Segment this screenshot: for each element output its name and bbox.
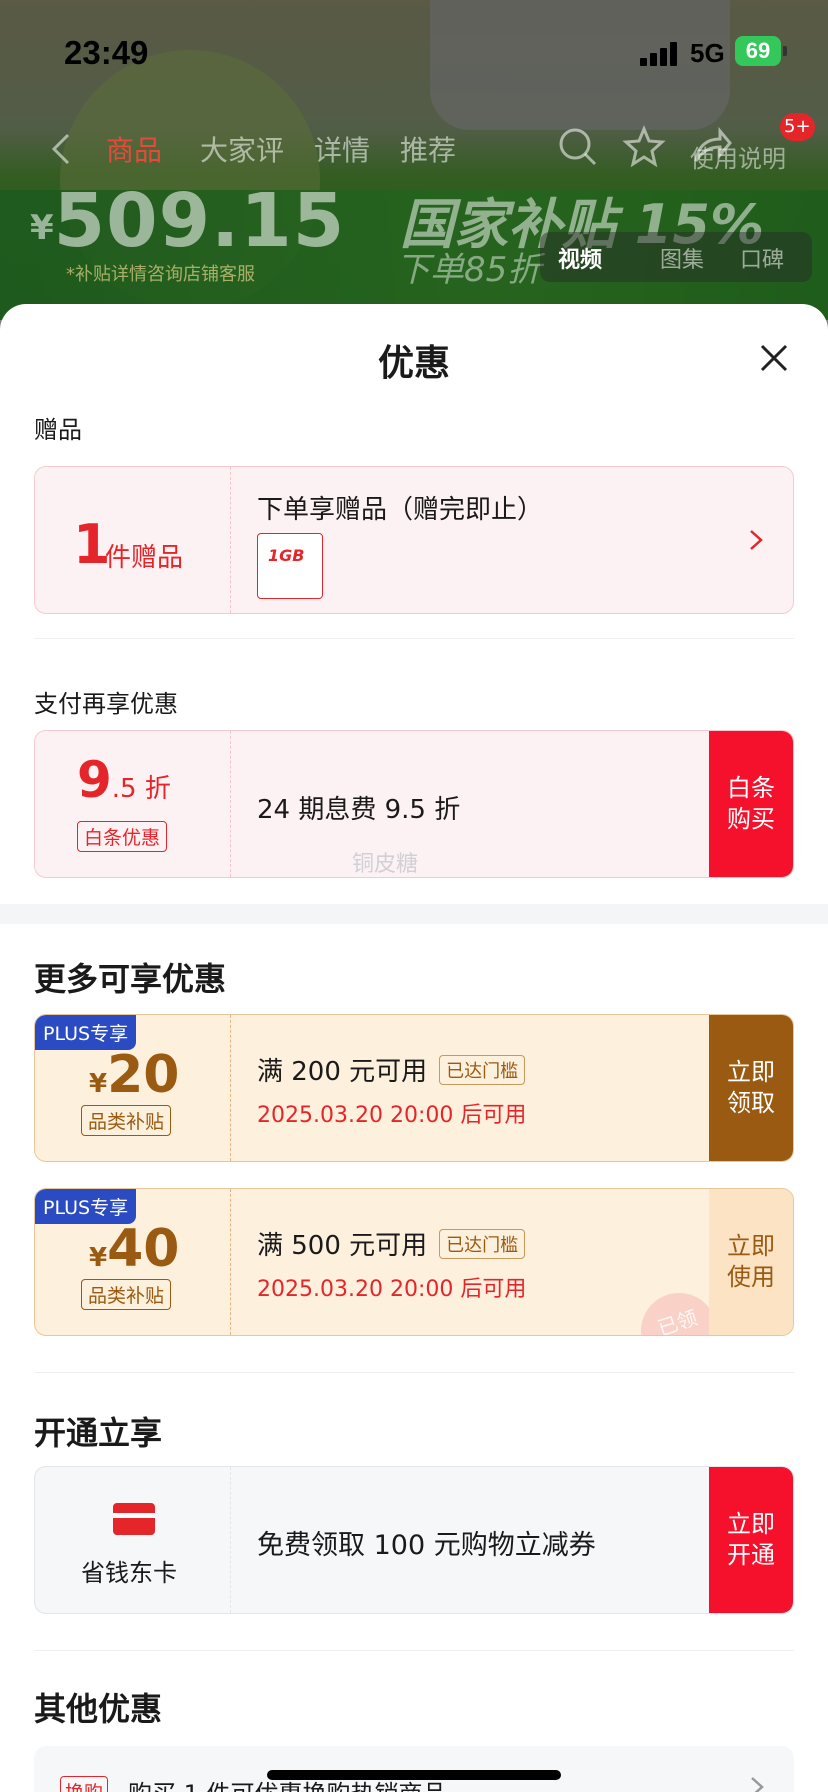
card-icon	[113, 1503, 155, 1535]
tab-product[interactable]: 商品	[106, 129, 162, 169]
gift-card[interactable]: 1 件赠品 下单享赠品（赠完即止） 1GB	[34, 466, 794, 614]
gift-thumb-text: 1GB	[268, 546, 305, 565]
tab-details[interactable]: 详情	[314, 129, 370, 169]
product-nav: 商品 大家评 详情 推荐 使用说明 5+	[0, 113, 828, 175]
installment-text: 24 期息费 9.5 折	[257, 795, 461, 825]
chevron-right-icon	[750, 530, 763, 550]
coupon-amount: ¥40	[89, 1219, 180, 1279]
coupon-amount: ¥20	[89, 1045, 180, 1105]
coupon-card: PLUS专享 ¥20 品类补贴 满 200 元可用 已达门槛 2025.03.20…	[34, 1014, 794, 1162]
savings-card-offer: 省钱东卡 免费领取 100 元购物立减券 立即开通	[34, 1466, 794, 1614]
savings-card-text: 免费领取 100 元购物立减券	[257, 1530, 596, 1561]
gift-title: 下单享赠品（赠完即止）	[257, 495, 544, 525]
home-indicator[interactable]	[267, 1770, 561, 1780]
gift-section-label: 赠品	[34, 416, 82, 444]
cart-badge: 5+	[780, 113, 815, 141]
price-value: 509.15	[53, 178, 346, 264]
threshold-met-tag: 已达门槛	[439, 1228, 526, 1259]
installment-discount-panel: 9.5 折 白条优惠	[35, 731, 231, 877]
coupon-type-tag: 品类补贴	[81, 1105, 172, 1136]
activate-button[interactable]: 立即开通	[709, 1467, 793, 1613]
installment-discount: 9.5 折	[77, 751, 171, 809]
discount-sheet: 优惠 赠品 1 件赠品 下单享赠品（赠完即止） 1GB 支付再享优惠 9.5 折…	[0, 304, 828, 1792]
coupon-card: PLUS专享 ¥40 品类补贴 满 500 元可用 已达门槛 2025.03.20…	[34, 1188, 794, 1336]
use-coupon-button[interactable]: 立即使用	[709, 1189, 793, 1335]
coupon-time: 2025.03.20 20:00 后可用	[257, 1103, 527, 1128]
sheet-title: 优惠	[377, 343, 450, 384]
star-icon[interactable]	[622, 125, 666, 169]
media-tab-reviews[interactable]: 口碑	[740, 242, 784, 274]
search-icon[interactable]	[556, 125, 600, 169]
media-tabs: 视频 图集 口碑	[540, 232, 812, 282]
section-band	[0, 904, 828, 924]
trade-in-tag: 换购	[60, 1776, 109, 1792]
baitiao-buy-button[interactable]: 白条购买	[709, 731, 793, 877]
tab-reviews[interactable]: 大家评	[200, 129, 284, 169]
divider	[34, 1650, 794, 1651]
battery-tip	[783, 46, 787, 56]
watermark: 铜皮糖	[352, 852, 419, 877]
network-label: 5G	[690, 38, 725, 68]
coupon-condition: 满 200 元可用 已达门槛	[257, 1051, 526, 1088]
savings-card-panel: 省钱东卡	[35, 1467, 231, 1613]
savings-card-name: 省钱东卡	[81, 1559, 177, 1587]
price-note: *补贴详情咨询店铺客服	[66, 264, 255, 285]
other-section-title: 其他优惠	[34, 1690, 163, 1728]
pay-section-label: 支付再享优惠	[34, 690, 178, 718]
signal-icon	[640, 42, 680, 66]
open-section-title: 开通立享	[34, 1414, 163, 1452]
back-icon[interactable]	[42, 129, 82, 169]
tab-recommend[interactable]: 推荐	[400, 129, 456, 169]
coupon-amount-panel: PLUS专享 ¥40 品类补贴	[35, 1189, 231, 1335]
subsidy-subtitle: 下单85折	[396, 250, 542, 290]
close-icon[interactable]	[756, 340, 792, 376]
claimed-stamp: 已领	[641, 1293, 717, 1335]
trade-in-offer[interactable]: 换购 购买 1 件可优惠换购热销商品	[34, 1746, 794, 1792]
help-label[interactable]: 使用说明	[690, 139, 786, 174]
gift-thumbnail[interactable]: 1GB	[257, 533, 323, 599]
divider	[34, 1372, 794, 1373]
more-section-title: 更多可享优惠	[34, 960, 227, 998]
claim-coupon-button[interactable]: 立即领取	[709, 1015, 793, 1161]
threshold-met-tag: 已达门槛	[439, 1054, 526, 1085]
installment-tag: 白条优惠	[77, 821, 168, 852]
chevron-right-icon	[751, 1777, 764, 1792]
status-time: 23:49	[64, 34, 149, 71]
price-display: ¥509.15	[30, 178, 345, 264]
media-tab-gallery[interactable]: 图集	[660, 242, 704, 274]
coupon-time: 2025.03.20 20:00 后可用	[257, 1277, 527, 1302]
coupon-condition: 满 500 元可用 已达门槛	[257, 1225, 526, 1262]
coupon-amount-panel: PLUS专享 ¥20 品类补贴	[35, 1015, 231, 1161]
price-symbol: ¥	[30, 208, 54, 248]
gift-count-panel: 1 件赠品	[35, 467, 231, 613]
battery-icon: 69	[735, 36, 781, 66]
coupon-type-tag: 品类补贴	[81, 1279, 172, 1310]
gift-unit: 件赠品	[105, 543, 184, 573]
divider	[34, 638, 794, 639]
status-bar: 23:49 5G 69	[0, 30, 828, 80]
media-tab-video[interactable]: 视频	[558, 242, 602, 274]
